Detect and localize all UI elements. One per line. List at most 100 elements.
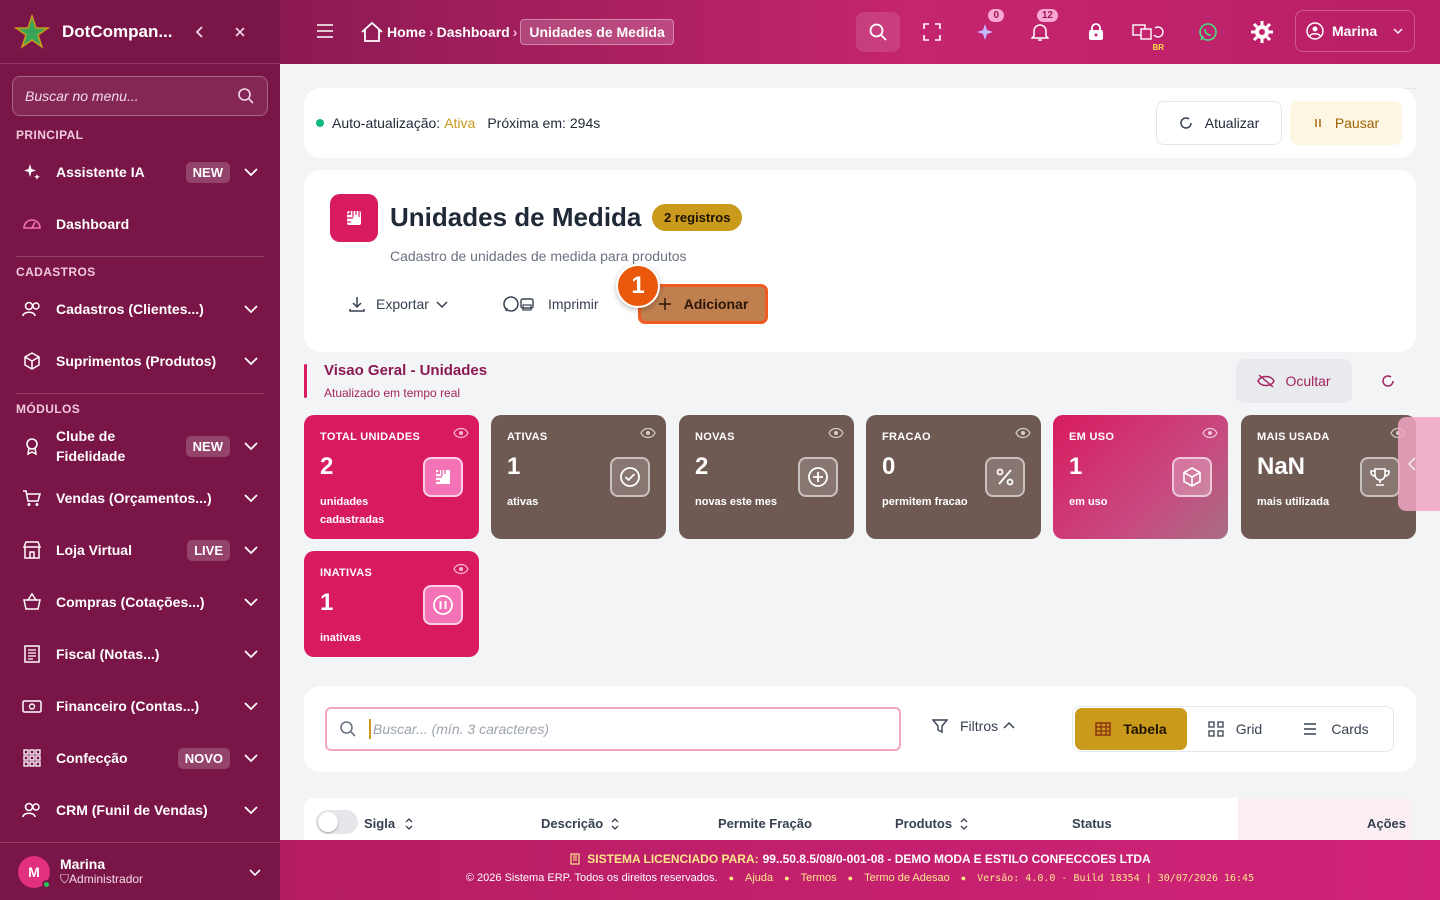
user-menu-button[interactable]: Marina bbox=[1295, 10, 1415, 52]
footer-links: © 2026 Sistema ERP. Todos os direitos re… bbox=[465, 872, 1255, 884]
fullscreen-icon[interactable] bbox=[914, 14, 950, 50]
filter-icon bbox=[932, 719, 948, 734]
sidebar-search-placeholder: Buscar no menu... bbox=[25, 88, 139, 104]
eye-icon[interactable] bbox=[828, 427, 844, 439]
text-caret bbox=[369, 719, 371, 739]
eye-icon[interactable] bbox=[1202, 427, 1218, 439]
section-principal: PRINCIPAL bbox=[16, 128, 84, 142]
new-badge: NEW bbox=[185, 435, 230, 457]
view-grid-button[interactable]: Grid bbox=[1187, 708, 1283, 750]
eye-off-icon bbox=[1257, 374, 1276, 388]
collapse-sidebar-icon[interactable] bbox=[186, 18, 214, 46]
breadcrumb-dashboard[interactable]: Dashboard bbox=[437, 24, 510, 40]
select-all-toggle[interactable] bbox=[316, 810, 358, 834]
user-menu-name: Marina bbox=[1332, 23, 1378, 39]
cart-icon bbox=[20, 486, 44, 510]
chevron-down-icon bbox=[244, 357, 258, 366]
novo-badge: NOVO bbox=[177, 747, 230, 769]
footer-link-termos[interactable]: Termos bbox=[801, 872, 837, 884]
receipt-icon bbox=[20, 642, 44, 666]
column-header-sigla[interactable]: Sigla bbox=[364, 816, 415, 831]
view-table-button[interactable]: Tabela bbox=[1075, 708, 1187, 750]
hide-overview-button[interactable]: Ocultar bbox=[1236, 359, 1352, 403]
overview-subtitle: Atualizado em tempo real bbox=[324, 386, 461, 400]
chevron-down-icon bbox=[249, 868, 261, 876]
chevron-left-icon bbox=[1407, 457, 1416, 471]
refresh-stats-icon[interactable] bbox=[1376, 369, 1400, 393]
side-panel-tab[interactable] bbox=[1398, 417, 1440, 511]
footer-link-termo-adesao[interactable]: Termo de Adesao bbox=[864, 872, 950, 884]
close-sidebar-icon[interactable] bbox=[226, 18, 254, 46]
column-header-status: Status bbox=[1072, 816, 1112, 831]
view-cards-button[interactable]: Cards bbox=[1283, 708, 1389, 750]
sidebar-item-label: Financeiro (Contas...) bbox=[56, 698, 200, 714]
sidebar-item-fiscal[interactable]: Fiscal (Notas...) bbox=[0, 638, 280, 670]
ai-sparkles-icon[interactable]: 0 bbox=[968, 9, 1004, 50]
ai-count-badge: 0 bbox=[988, 9, 1004, 22]
eye-icon[interactable] bbox=[453, 427, 469, 439]
sidebar-item-label: Cadastros (Clientes...) bbox=[56, 301, 204, 317]
stat-desc: ativas bbox=[507, 496, 539, 508]
stat-card-em-uso[interactable]: EM USO 1 em uso bbox=[1053, 415, 1228, 539]
shield-icon: ⛉ bbox=[60, 872, 70, 886]
eye-icon[interactable] bbox=[640, 427, 656, 439]
gear-icon[interactable] bbox=[1244, 14, 1280, 50]
translate-icon[interactable]: BR bbox=[1130, 14, 1166, 52]
sidebar-search-input[interactable]: Buscar no menu... bbox=[12, 76, 268, 116]
whatsapp-icon[interactable] bbox=[1190, 14, 1226, 50]
lock-bag-icon[interactable] bbox=[1078, 14, 1114, 50]
footer-link-ajuda[interactable]: Ajuda bbox=[745, 872, 773, 884]
sidebar-item-financeiro[interactable]: Financeiro (Contas...) bbox=[0, 690, 280, 722]
hamburger-menu-icon[interactable] bbox=[316, 22, 340, 43]
column-header-descricao[interactable]: Descrição bbox=[541, 816, 621, 831]
copyright: © 2026 Sistema ERP. Todos os direitos re… bbox=[465, 872, 718, 884]
pause-button-label: Pausar bbox=[1334, 115, 1380, 131]
export-button[interactable]: Exportar bbox=[348, 282, 449, 326]
sidebar-item-assistente-ia[interactable]: Assistente IA NEW bbox=[0, 156, 280, 188]
breadcrumb-home[interactable]: Home bbox=[387, 24, 426, 40]
stat-card-mais-usada[interactable]: MAIS USADA NaN mais utilizada bbox=[1241, 415, 1416, 539]
stat-label: EM USO bbox=[1069, 431, 1115, 443]
sidebar-item-clube-fidelidade[interactable]: Clube de Fidelidade NEW bbox=[0, 426, 280, 466]
stat-card-ativas[interactable]: ATIVAS 1 ativas bbox=[491, 415, 666, 539]
pause-button[interactable]: Pausar bbox=[1290, 101, 1402, 145]
sidebar-item-dashboard[interactable]: Dashboard bbox=[0, 208, 280, 240]
sidebar-item-confeccao[interactable]: Confecção NOVO bbox=[0, 742, 280, 774]
eye-icon[interactable] bbox=[453, 563, 469, 575]
print-button[interactable]: Imprimir bbox=[502, 282, 599, 326]
sidebar-item-label: CRM (Funil de Vendas) bbox=[56, 802, 208, 818]
sidebar-user[interactable]: M Marina ⛉Administrador bbox=[0, 842, 280, 900]
sidebar-item-label: Vendas (Orçamentos...) bbox=[56, 490, 212, 506]
sidebar-item-label: Fiscal (Notas...) bbox=[56, 646, 160, 662]
trophy-icon bbox=[1360, 457, 1400, 497]
column-header-produtos[interactable]: Produtos bbox=[895, 816, 970, 831]
filters-button[interactable]: Filtros bbox=[932, 718, 1016, 734]
sidebar-item-vendas[interactable]: Vendas (Orçamentos...) bbox=[0, 482, 280, 514]
brand-logo-icon[interactable] bbox=[14, 13, 50, 50]
stat-card-novas[interactable]: NOVAS 2 novas este mes bbox=[679, 415, 854, 539]
list-icon bbox=[1304, 723, 1317, 735]
chevron-down-icon bbox=[244, 650, 258, 659]
stat-card-total[interactable]: TOTAL UNIDADES 2 unidades cadastradas bbox=[304, 415, 479, 539]
ruler-icon bbox=[423, 457, 463, 497]
bell-icon[interactable]: 12 bbox=[1022, 9, 1058, 50]
ruler-icon bbox=[330, 194, 378, 242]
sidebar-item-label: Suprimentos (Produtos) bbox=[56, 353, 217, 369]
sidebar-item-loja-virtual[interactable]: Loja Virtual LIVE bbox=[0, 534, 280, 566]
topbar: Home › Dashboard › Unidades de Medida 0 … bbox=[280, 0, 1440, 64]
eye-icon[interactable] bbox=[1015, 427, 1031, 439]
grid-icon bbox=[1208, 721, 1224, 737]
sidebar-item-suprimentos[interactable]: Suprimentos (Produtos) bbox=[0, 345, 280, 377]
stat-card-inativas[interactable]: INATIVAS 1 inativas bbox=[304, 551, 479, 657]
sidebar-item-cadastros[interactable]: Cadastros (Clientes...) bbox=[0, 293, 280, 325]
stat-card-fracao[interactable]: FRACAO 0 permitem fracao bbox=[866, 415, 1041, 539]
sidebar-item-compras[interactable]: Compras (Cotações...) bbox=[0, 586, 280, 618]
refresh-button[interactable]: Atualizar bbox=[1156, 101, 1282, 145]
search-input[interactable]: Buscar... (mín. 3 caracteres) bbox=[325, 707, 901, 751]
global-search-button[interactable] bbox=[856, 12, 900, 52]
search-icon bbox=[238, 88, 254, 104]
store-icon bbox=[20, 538, 44, 562]
sidebar-item-crm[interactable]: CRM (Funil de Vendas) bbox=[0, 794, 280, 826]
column-header-acoes: Ações bbox=[1367, 816, 1407, 831]
stat-desc: permitem fracao bbox=[882, 496, 968, 508]
